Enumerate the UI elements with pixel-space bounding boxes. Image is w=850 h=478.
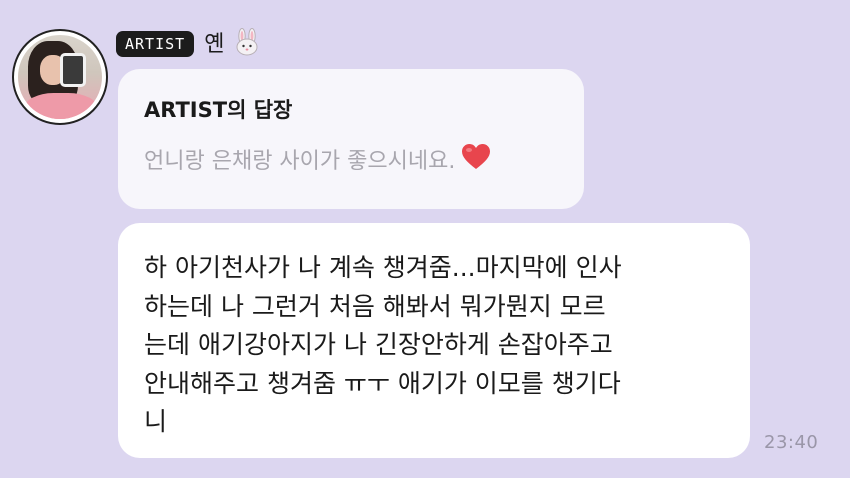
artist-avatar[interactable] — [12, 29, 108, 125]
message-text: 하 아기천사가 나 계속 챙겨줌...마지막에 인사 하는데 나 그런거 처음 … — [144, 253, 622, 436]
reply-bubble[interactable]: ARTIST의 답장 언니랑 은채랑 사이가 좋으시네요. — [118, 69, 584, 209]
reply-title: ARTIST의 답장 — [144, 98, 293, 122]
sender-name-row: ARTIST 옌 — [116, 28, 261, 60]
reply-quote-text: 언니랑 은채랑 사이가 좋으시네요. — [144, 148, 456, 174]
reply-quote: 언니랑 은채랑 사이가 좋으시네요. — [144, 143, 584, 180]
avatar-photo — [18, 35, 102, 119]
sender-nickname: 옌 — [204, 26, 261, 62]
message-bubble[interactable]: 하 아기천사가 나 계속 챙겨줌...마지막에 인사 하는데 나 그런거 처음 … — [118, 223, 750, 458]
message-timestamp: 23:40 — [764, 432, 819, 453]
rabbit-face-icon — [233, 28, 261, 62]
artist-badge: ARTIST — [116, 31, 195, 57]
red-heart-icon — [461, 143, 491, 180]
